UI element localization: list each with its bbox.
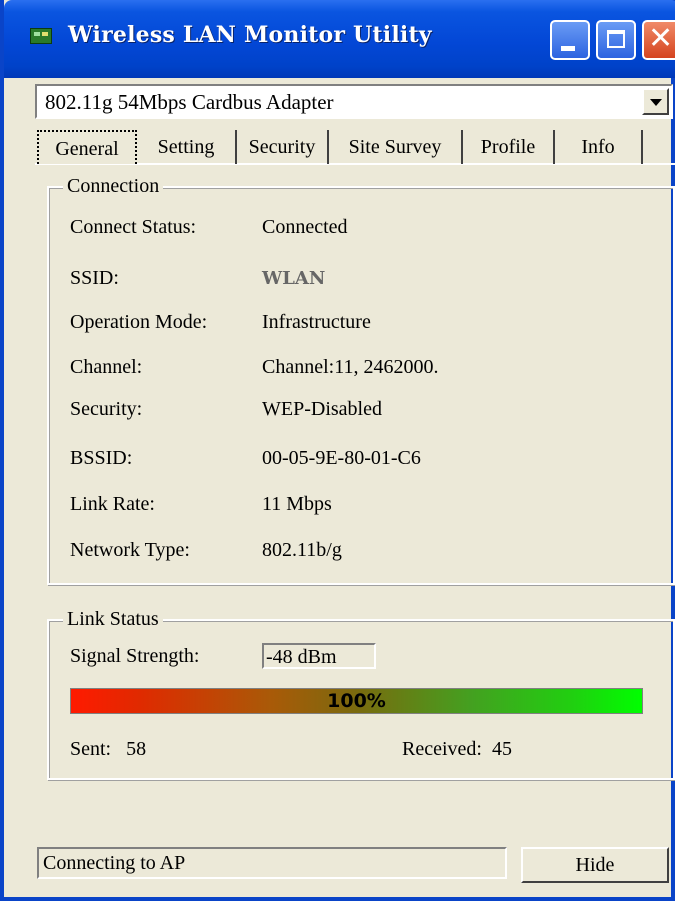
link-quality-percent: 100%: [327, 690, 386, 712]
link-rate-value: 11 Mbps: [262, 493, 332, 515]
app-window: Wireless LAN Monitor Utility ✕ 802.11g 5…: [0, 0, 675, 901]
connection-group-title: Connection: [63, 175, 164, 198]
signal-strength-label: Signal Strength:: [70, 645, 200, 667]
hide-button[interactable]: Hide: [521, 847, 669, 883]
tab-security[interactable]: Security: [237, 130, 329, 164]
channel-value: Channel:11, 2462000.: [262, 356, 439, 378]
ssid-value: WLAN: [262, 268, 326, 289]
connect-status-value: Connected: [262, 216, 348, 238]
status-bar: Connecting to AP: [37, 847, 507, 879]
adapter-selected-value: 802.11g 54Mbps Cardbus Adapter: [45, 90, 334, 114]
maximize-button[interactable]: [596, 20, 636, 60]
sent-packets: Sent: 58: [70, 738, 146, 761]
tab-general[interactable]: General: [37, 130, 137, 164]
security-value: WEP-Disabled: [262, 398, 382, 420]
received-packets: Received: 45: [402, 738, 512, 761]
close-button[interactable]: ✕: [642, 20, 675, 60]
adapter-dropdown[interactable]: 802.11g 54Mbps Cardbus Adapter: [35, 84, 673, 119]
connect-status-label: Connect Status:: [70, 216, 197, 238]
maximize-icon: [607, 30, 625, 48]
sent-label: Sent:: [70, 738, 112, 760]
minimize-icon: [561, 46, 575, 51]
tab-info[interactable]: Info: [555, 130, 643, 164]
network-type-value: 802.11b/g: [262, 539, 342, 561]
close-icon: ✕: [648, 21, 674, 56]
connection-group: Connection: [47, 175, 675, 585]
link-status-group-title: Link Status: [63, 608, 163, 631]
wireless-network-icon: [30, 28, 52, 44]
sent-value: 58: [126, 738, 147, 760]
minimize-button[interactable]: [550, 20, 590, 60]
tab-profile[interactable]: Profile: [463, 130, 555, 164]
tab-setting[interactable]: Setting: [137, 130, 237, 164]
link-quality-bar: 100%: [70, 688, 643, 714]
link-rate-label: Link Rate:: [70, 493, 155, 515]
received-label: Received:: [402, 738, 482, 760]
network-type-label: Network Type:: [70, 539, 190, 561]
bssid-label: BSSID:: [70, 447, 133, 469]
title-bar[interactable]: Wireless LAN Monitor Utility ✕: [4, 0, 675, 78]
security-label: Security:: [70, 398, 143, 420]
status-text: Connecting to AP: [43, 852, 186, 874]
operation-mode-value: Infrastructure: [262, 311, 371, 333]
signal-strength-field: -48 dBm: [262, 643, 376, 669]
bssid-value: 00-05-9E-80-01-C6: [262, 447, 421, 469]
operation-mode-label: Operation Mode:: [70, 311, 208, 333]
channel-label: Channel:: [70, 356, 143, 378]
tab-site-survey[interactable]: Site Survey: [329, 130, 463, 164]
ssid-label: SSID:: [70, 267, 119, 289]
window-title: Wireless LAN Monitor Utility: [68, 22, 432, 48]
signal-strength-value: -48 dBm: [266, 646, 337, 668]
received-value: 45: [491, 738, 512, 760]
chevron-down-icon[interactable]: [642, 88, 669, 115]
